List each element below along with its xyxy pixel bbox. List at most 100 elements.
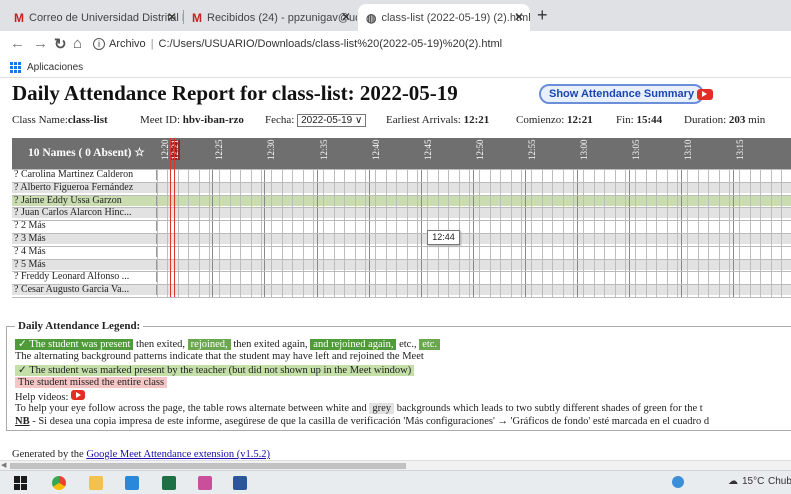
time-label: 12:50 bbox=[475, 139, 485, 160]
time-label: 13:10 bbox=[683, 139, 693, 160]
info-icon[interactable]: i bbox=[93, 38, 105, 50]
home-icon[interactable]: ⌂ bbox=[73, 35, 82, 52]
browser-tab-bar: M Correo de Universidad Distrital F ✕ M … bbox=[0, 0, 791, 31]
student-name[interactable]: ? 3 Más bbox=[12, 233, 157, 244]
app-icon[interactable] bbox=[198, 476, 212, 490]
tab-label: Recibidos (24) - ppzunigav@udi bbox=[207, 11, 357, 24]
close-tab-icon[interactable]: ✕ bbox=[341, 10, 351, 24]
legend-line-marked: ✓ The student was marked present by the … bbox=[15, 364, 415, 376]
media-icon[interactable] bbox=[125, 476, 139, 490]
student-name[interactable]: ? Carolina Martinez Calderon bbox=[12, 169, 157, 180]
student-name[interactable]: ? 4 Más bbox=[12, 245, 157, 257]
student-name[interactable]: ? Juan Carlos Alarcon Hinc... bbox=[12, 207, 157, 219]
student-name[interactable]: ? Freddy Leonard Alfonso ... bbox=[12, 271, 157, 283]
apps-bookmark[interactable]: Aplicaciones bbox=[27, 62, 83, 73]
url-prefix: Archivo bbox=[109, 38, 146, 50]
attendance-row[interactable]: ? Cesar Augusto Garcia Va... bbox=[12, 284, 791, 296]
legend-line-help: Help videos: bbox=[15, 390, 85, 403]
horizontal-scrollbar[interactable]: ◀ bbox=[0, 460, 791, 470]
page-title: Daily Attendance Report for class-list: … bbox=[12, 81, 458, 105]
fecha-info: Fecha: 2022-05-19 ∨ bbox=[265, 114, 367, 127]
time-tooltip: 12:44 bbox=[427, 230, 460, 245]
legend-line-missed: The student missed the entire class bbox=[15, 377, 168, 388]
start-time-marker bbox=[174, 138, 175, 297]
gmail-icon: M bbox=[192, 10, 202, 25]
time-label: 12:40 bbox=[371, 139, 381, 160]
gmail-icon: M bbox=[14, 10, 24, 25]
url-text[interactable]: C:/Users/USUARIO/Downloads/class-list%20… bbox=[159, 38, 503, 50]
extension-link[interactable]: Google Meet Attendance extension (v1.5.2… bbox=[86, 449, 270, 460]
legend-box: Daily Attendance Legend: ✓ The student w… bbox=[6, 320, 791, 431]
bookmarks-bar: Aplicaciones bbox=[0, 58, 791, 78]
attendance-row[interactable]: ? Alberto Figueroa Fernández bbox=[12, 181, 791, 193]
time-label: 12:35 bbox=[319, 139, 329, 160]
footer: Generated by the Google Meet Attendance … bbox=[12, 449, 271, 460]
youtube-icon[interactable] bbox=[71, 390, 85, 400]
attendance-row[interactable]: ? 5 Más bbox=[12, 258, 791, 270]
time-label: 12:20 bbox=[160, 139, 170, 160]
time-label: 13:00 bbox=[579, 139, 589, 160]
tab-class-list[interactable]: ◍ class-list (2022-05-19) (2).html ✕ bbox=[358, 4, 530, 31]
show-summary-button[interactable]: Show Attendance Summary bbox=[539, 84, 705, 104]
attendance-row[interactable]: ? Carolina Martinez Calderon bbox=[12, 169, 791, 180]
legend-line-rows: To help your eye follow across the page,… bbox=[15, 403, 703, 414]
time-label: 12:21 bbox=[170, 139, 180, 160]
names-header[interactable]: 10 Names ( 0 Absent) ☆ bbox=[12, 138, 157, 169]
legend-line-present: ✓ The student was present then exited, r… bbox=[15, 338, 441, 350]
page-content: Daily Attendance Report for class-list: … bbox=[0, 78, 791, 460]
chrome-icon[interactable] bbox=[52, 476, 66, 490]
weather-temp[interactable]: 15°C bbox=[742, 476, 764, 487]
student-name[interactable]: ? 5 Más bbox=[12, 258, 157, 270]
tab-label: class-list (2022-05-19) (2).html bbox=[381, 11, 530, 24]
reload-icon[interactable]: ↻ bbox=[54, 35, 67, 53]
weather-icon[interactable]: ☁ bbox=[728, 476, 738, 487]
student-name[interactable]: ? Alberto Figueroa Fernández bbox=[12, 181, 157, 193]
meet-id-info: Meet ID: hbv-iban-rzo bbox=[140, 114, 244, 126]
network-icon[interactable] bbox=[672, 476, 684, 488]
attendance-row[interactable]: ? 3 Más bbox=[12, 233, 791, 244]
student-name[interactable]: ? Cesar Augusto Garcia Va... bbox=[12, 284, 157, 296]
scroll-left-icon[interactable]: ◀ bbox=[1, 461, 6, 469]
weather-desc: Chuba bbox=[768, 476, 791, 487]
attendance-row[interactable]: ? Juan Carlos Alarcon Hinc... bbox=[12, 207, 791, 219]
arrivals-info: Earliest Arrivals: 12:21 bbox=[386, 114, 490, 126]
attendance-row[interactable]: ? 2 Más bbox=[12, 220, 791, 232]
grid-header: 10 Names ( 0 Absent) ☆ 12:20 12:21 12:25 12… bbox=[12, 138, 791, 169]
forward-icon[interactable]: → bbox=[33, 35, 48, 52]
attendance-grid: 10 Names ( 0 Absent) ☆ 12:20 12:21 12:25 12… bbox=[12, 138, 791, 308]
browser-toolbar: ← → ↻ ⌂ i Archivo | C:/Users/USUARIO/Dow… bbox=[0, 31, 791, 58]
time-label: 12:25 bbox=[214, 139, 224, 160]
attendance-row[interactable]: ? Jaime Eddy Ussa Garzon bbox=[12, 194, 791, 206]
globe-icon: ◍ bbox=[366, 10, 377, 25]
attendance-row[interactable]: ? Freddy Leonard Alfonso ... bbox=[12, 271, 791, 283]
fin-info: Fin: 15:44 bbox=[616, 114, 663, 126]
time-label: 12:30 bbox=[266, 139, 276, 160]
close-tab-icon[interactable]: ✕ bbox=[514, 10, 524, 24]
new-tab-button[interactable]: + bbox=[537, 6, 548, 24]
class-name-info: Class Name:class-list bbox=[12, 114, 108, 126]
attendance-row[interactable]: ? 4 Más bbox=[12, 245, 791, 257]
address-bar[interactable]: i Archivo | C:/Users/USUARIO/Downloads/c… bbox=[89, 33, 779, 55]
start-time-marker bbox=[170, 138, 171, 297]
legend-line-alternating: The alternating background patterns indi… bbox=[15, 351, 424, 362]
tab-correo[interactable]: M Correo de Universidad Distrital F ✕ bbox=[6, 4, 183, 31]
windows-start-icon[interactable] bbox=[14, 476, 27, 490]
time-label: 12:55 bbox=[527, 139, 537, 160]
time-label: 12:45 bbox=[423, 139, 433, 160]
time-label: 13:15 bbox=[735, 139, 745, 160]
apps-icon[interactable] bbox=[10, 62, 21, 73]
legend-line-nb: NB - Si desea una copia impresa de este … bbox=[15, 416, 710, 427]
student-name[interactable]: ? 2 Más bbox=[12, 220, 157, 232]
excel-icon[interactable] bbox=[162, 476, 176, 490]
back-icon[interactable]: ← bbox=[10, 35, 25, 52]
file-explorer-icon[interactable] bbox=[89, 476, 103, 490]
tab-recibidos[interactable]: M Recibidos (24) - ppzunigav@udi ✕ bbox=[184, 4, 357, 31]
close-tab-icon[interactable]: ✕ bbox=[167, 10, 177, 24]
student-name[interactable]: ? Jaime Eddy Ussa Garzon bbox=[12, 194, 157, 206]
legend-title: Daily Attendance Legend: bbox=[15, 320, 144, 332]
word-icon[interactable] bbox=[233, 476, 247, 490]
youtube-icon[interactable] bbox=[697, 89, 713, 100]
scroll-thumb[interactable] bbox=[10, 463, 406, 469]
tab-label: Correo de Universidad Distrital F bbox=[29, 11, 183, 24]
date-select[interactable]: 2022-05-19 ∨ bbox=[297, 114, 367, 127]
